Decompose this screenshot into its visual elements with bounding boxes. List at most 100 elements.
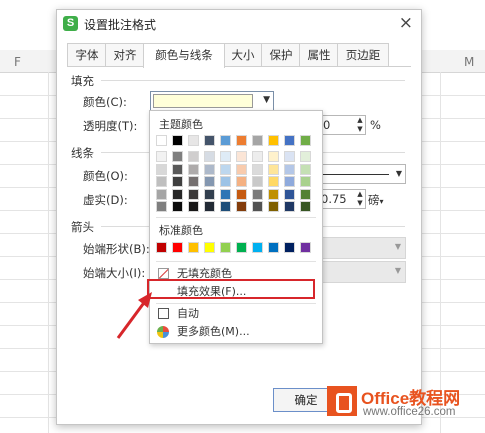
theme-color-swatch[interactable] <box>204 135 215 146</box>
standard-color-swatch[interactable] <box>236 242 247 253</box>
theme-shade-swatch[interactable] <box>156 188 167 200</box>
theme-shade-swatch[interactable] <box>204 201 215 212</box>
theme-shade-swatch[interactable] <box>236 163 247 175</box>
standard-colors-title: 标准颜色 <box>159 224 203 237</box>
theme-shade-swatch[interactable] <box>236 201 247 212</box>
theme-shade-swatch[interactable] <box>252 201 263 212</box>
theme-color-swatch[interactable] <box>252 135 263 146</box>
theme-shade-swatch[interactable] <box>156 201 167 212</box>
theme-colors-title: 主题颜色 <box>159 118 203 131</box>
theme-shade-swatch[interactable] <box>204 188 215 200</box>
theme-shade-swatch[interactable] <box>220 151 231 162</box>
theme-shade-swatch[interactable] <box>172 188 183 200</box>
theme-shade-swatch[interactable] <box>172 201 183 212</box>
theme-shade-swatch[interactable] <box>252 163 263 175</box>
tab-size[interactable]: 大小 <box>223 43 263 67</box>
line-section-title: 线条 <box>71 146 94 160</box>
standard-color-swatch[interactable] <box>252 242 263 253</box>
tab-colors-and-lines[interactable]: 颜色与线条 <box>143 43 225 68</box>
line-weight-value: 0.75 <box>321 192 347 206</box>
theme-shade-swatch[interactable] <box>284 188 295 200</box>
theme-shade-swatch[interactable] <box>252 176 263 187</box>
theme-color-swatch[interactable] <box>188 135 199 146</box>
standard-color-swatch[interactable] <box>188 242 199 253</box>
theme-shade-swatch[interactable] <box>172 176 183 187</box>
standard-color-swatch[interactable] <box>220 242 231 253</box>
theme-shade-swatch[interactable] <box>236 188 247 200</box>
theme-shade-swatch[interactable] <box>156 151 167 162</box>
standard-color-swatch[interactable] <box>284 242 295 253</box>
standard-color-swatch[interactable] <box>172 242 183 253</box>
spin-down-icon[interactable]: ▼ <box>355 125 365 134</box>
line-weight-input[interactable]: 0.75 ▲ ▼ <box>318 189 366 209</box>
tab-protection[interactable]: 保护 <box>261 43 301 67</box>
theme-shade-swatch[interactable] <box>284 163 295 175</box>
theme-shade-swatch[interactable] <box>300 163 311 175</box>
transparency-input[interactable]: 0 ▲ ▼ <box>318 115 366 135</box>
standard-color-swatch[interactable] <box>156 242 167 253</box>
theme-shade-swatch[interactable] <box>236 151 247 162</box>
tab-margins[interactable]: 页边距 <box>337 43 389 67</box>
theme-color-swatch[interactable] <box>172 135 183 146</box>
theme-shade-swatch[interactable] <box>172 151 183 162</box>
auto-item[interactable]: 自动 <box>150 305 322 323</box>
close-icon[interactable]: × <box>399 13 413 33</box>
theme-shade-swatch[interactable] <box>284 201 295 212</box>
theme-shade-swatch[interactable] <box>220 188 231 200</box>
theme-shade-swatch[interactable] <box>188 188 199 200</box>
theme-shade-swatch[interactable] <box>220 201 231 212</box>
more-colors-item[interactable]: 更多颜色(M)... <box>150 323 322 341</box>
theme-color-swatch[interactable] <box>300 135 311 146</box>
theme-shade-swatch[interactable] <box>188 163 199 175</box>
theme-shade-swatch[interactable] <box>300 201 311 212</box>
color-wheel-icon <box>157 326 169 338</box>
tab-properties[interactable]: 属性 <box>299 43 339 67</box>
theme-color-swatch[interactable] <box>236 135 247 146</box>
theme-shade-swatch[interactable] <box>220 163 231 175</box>
theme-shade-swatch[interactable] <box>204 163 215 175</box>
theme-shade-swatch[interactable] <box>172 163 183 175</box>
theme-shade-swatch[interactable] <box>252 151 263 162</box>
standard-color-swatch[interactable] <box>204 242 215 253</box>
watermark-url: www.office26.com <box>363 406 456 418</box>
standard-color-swatch[interactable] <box>300 242 311 253</box>
theme-shade-swatch[interactable] <box>236 176 247 187</box>
theme-shade-swatch[interactable] <box>268 201 279 212</box>
theme-shade-swatch[interactable] <box>268 188 279 200</box>
theme-color-swatch[interactable] <box>284 135 295 146</box>
theme-shade-swatch[interactable] <box>284 176 295 187</box>
fill-color-swatch <box>153 94 253 108</box>
theme-color-swatch[interactable] <box>156 135 167 146</box>
theme-shade-swatch[interactable] <box>268 151 279 162</box>
tab-alignment[interactable]: 对齐 <box>105 43 145 67</box>
theme-color-swatch[interactable] <box>220 135 231 146</box>
theme-shade-swatch[interactable] <box>268 163 279 175</box>
theme-shade-swatch[interactable] <box>268 176 279 187</box>
theme-shade-swatch[interactable] <box>188 151 199 162</box>
transparency-value: 0 <box>323 118 331 132</box>
theme-shade-swatch[interactable] <box>188 176 199 187</box>
theme-shade-swatch[interactable] <box>284 151 295 162</box>
theme-shade-swatch[interactable] <box>188 201 199 212</box>
theme-shade-swatch[interactable] <box>300 176 311 187</box>
line-style-select[interactable]: ▼ <box>318 164 406 184</box>
spin-down-icon[interactable]: ▼ <box>355 199 365 208</box>
theme-shade-swatch[interactable] <box>300 151 311 162</box>
standard-color-swatch[interactable] <box>268 242 279 253</box>
theme-shade-swatch[interactable] <box>156 176 167 187</box>
tab-font[interactable]: 字体 <box>67 43 107 67</box>
line-color-label: 颜色(O): <box>83 169 128 183</box>
fill-color-select[interactable]: ▼ <box>150 91 274 111</box>
theme-shade-swatch[interactable] <box>204 176 215 187</box>
theme-shade-swatch[interactable] <box>156 163 167 175</box>
theme-shade-swatch[interactable] <box>220 176 231 187</box>
spin-up-icon[interactable]: ▲ <box>355 116 365 125</box>
begin-size-select: ▼ <box>318 261 406 283</box>
auto-label: 自动 <box>177 307 199 320</box>
dropdown-arrow-icon: ▼ <box>263 95 270 105</box>
theme-color-swatch[interactable] <box>268 135 279 146</box>
theme-shade-swatch[interactable] <box>252 188 263 200</box>
spin-up-icon[interactable]: ▲ <box>355 190 365 199</box>
theme-shade-swatch[interactable] <box>204 151 215 162</box>
theme-shade-swatch[interactable] <box>300 188 311 200</box>
